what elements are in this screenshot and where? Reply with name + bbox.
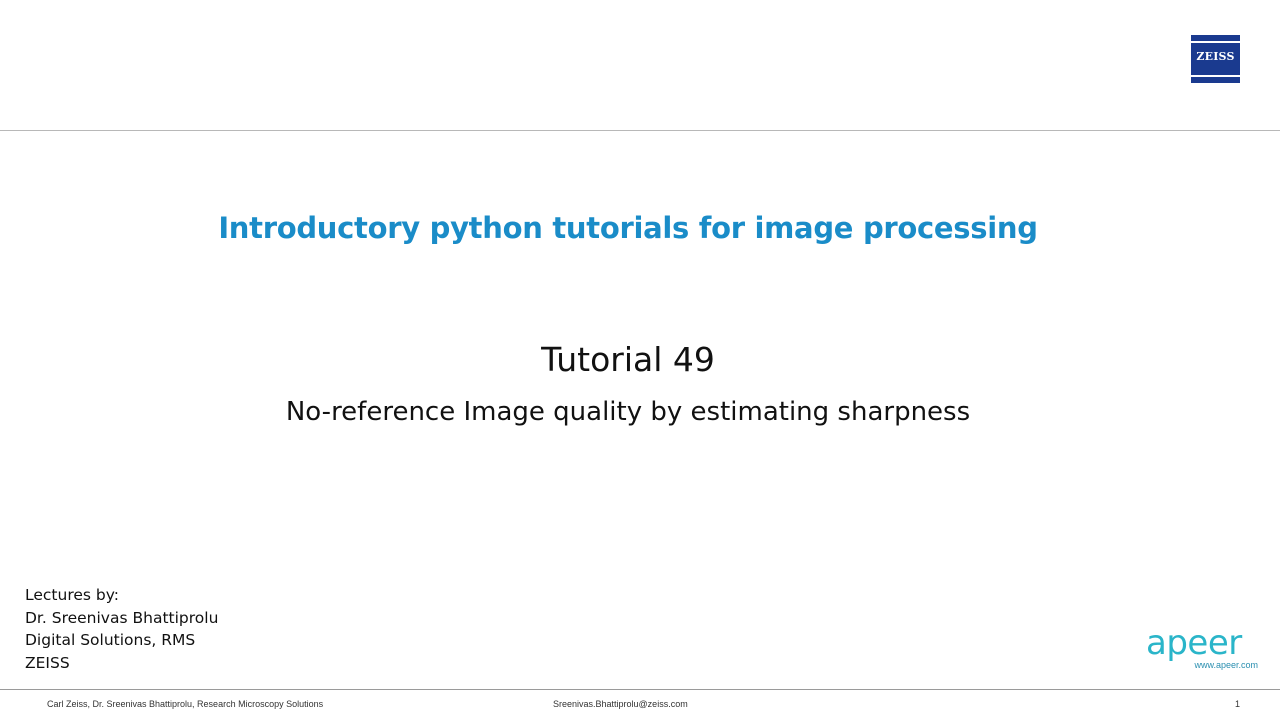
apeer-logo-word: apeer — [1146, 623, 1242, 663]
zeiss-logo-text: ZEISS — [1196, 50, 1235, 63]
page-number: 1 — [1235, 699, 1241, 709]
lecturer-line: Lectures by: — [25, 586, 119, 604]
footer-email: Sreenivas.Bhattiprolu@zeiss.com — [553, 699, 688, 709]
footer-credit: Carl Zeiss, Dr. Sreenivas Bhattiprolu, R… — [47, 699, 324, 709]
apeer-logo: apeer www.apeer.com — [1146, 623, 1260, 673]
header-divider — [0, 130, 1280, 131]
tutorial-number: Tutorial 49 — [541, 340, 715, 379]
lecturer-line: ZEISS — [25, 653, 70, 672]
slide: ZEISS Introductory python tutorials for … — [0, 0, 1280, 720]
lecturer-block: Lectures by: Dr. Sreenivas Bhattiprolu D… — [25, 584, 218, 674]
logo-bar-bottom — [1191, 75, 1240, 77]
lecturer-line: Dr. Sreenivas Bhattiprolu — [25, 608, 219, 627]
lecturer-line: Digital Solutions, RMS — [25, 631, 196, 649]
course-title: Introductory python tutorials for image … — [218, 211, 1038, 245]
tutorial-subtitle: No-reference Image quality by estimating… — [285, 397, 971, 427]
apeer-logo-url: www.apeer.com — [1194, 660, 1258, 670]
logo-bar-top — [1191, 41, 1240, 43]
footer-divider — [0, 689, 1280, 690]
zeiss-logo: ZEISS — [1191, 35, 1240, 83]
